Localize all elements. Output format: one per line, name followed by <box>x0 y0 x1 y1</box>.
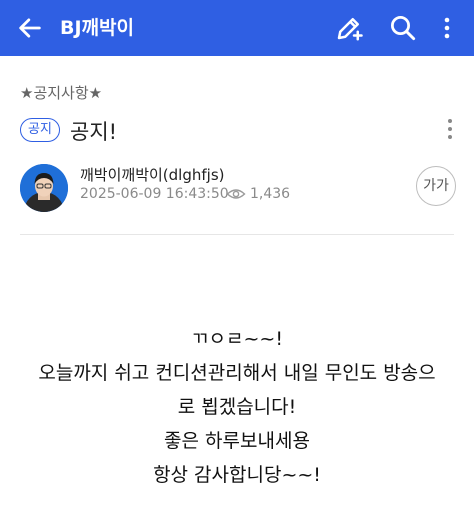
post-body: ㄲㅇㄹ~~! 오늘까지 쉬고 컨디션관리해서 내일 무인도 방송으 로 뵙겠습니… <box>0 322 474 492</box>
post-title: 공지! <box>70 120 118 144</box>
body-line: 오늘까지 쉬고 컨디션관리해서 내일 무인도 방송으 <box>38 362 436 384</box>
author-avatar[interactable] <box>20 164 68 212</box>
body-line: ㄲㅇㄹ~~! <box>191 328 283 350</box>
more-vert-icon[interactable] <box>436 13 458 43</box>
eye-icon <box>226 186 246 202</box>
body-line: 항상 감사합니당~~! <box>153 464 321 486</box>
post-more-icon[interactable] <box>440 116 460 142</box>
view-count: 1,436 <box>250 186 291 202</box>
notice-badge: 공지 <box>20 118 60 142</box>
board-title: BJ깨박이 <box>60 17 134 39</box>
author-name[interactable]: 깨박이깨박이(dlghfjs) <box>80 164 225 185</box>
back-arrow-icon[interactable] <box>16 14 44 42</box>
post-category[interactable]: ★공지사항★ <box>20 82 102 103</box>
divider <box>20 234 454 235</box>
body-line: 좋은 하루보내세용 <box>164 430 310 452</box>
body-line: 로 뵙겠습니다! <box>177 396 297 418</box>
font-size-button[interactable]: 가가 <box>416 166 456 206</box>
search-icon[interactable] <box>388 13 418 43</box>
write-post-icon[interactable] <box>334 13 364 43</box>
app-bar: BJ깨박이 <box>0 0 474 56</box>
post-date: 2025-06-09 16:43:50 <box>80 186 229 202</box>
